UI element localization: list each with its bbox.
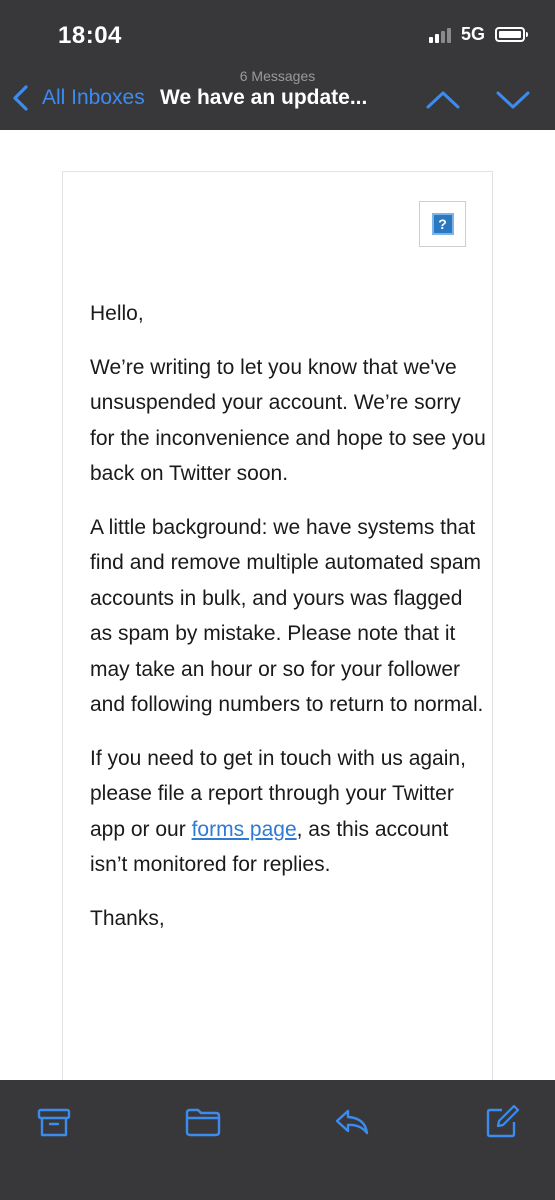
network-type: 5G	[460, 24, 485, 44]
broken-image-placeholder: ?	[419, 201, 466, 247]
next-message-chevron-down-icon[interactable]	[495, 90, 531, 110]
move-to-folder-button[interactable]	[183, 1102, 223, 1142]
forms-page-link[interactable]: forms page	[192, 818, 297, 841]
message-body: ? Hello, We’re writing to let you know t…	[62, 171, 493, 1091]
thread-subject: We have an update...	[160, 86, 368, 109]
status-indicators: 5G	[428, 24, 528, 45]
battery-icon	[495, 27, 528, 42]
paragraph-contact: If you need to get in touch with us agai…	[90, 741, 490, 883]
archive-button[interactable]	[34, 1102, 74, 1142]
status-time: 18:04	[58, 22, 122, 49]
question-mark-icon: ?	[431, 213, 454, 235]
chevron-left-icon[interactable]	[10, 84, 32, 112]
greeting: Hello,	[90, 302, 144, 325]
message-count: 6 Messages	[239, 68, 316, 84]
archive-icon	[37, 1108, 71, 1137]
reply-button[interactable]	[332, 1102, 372, 1142]
compose-button[interactable]	[482, 1102, 522, 1142]
signal-icon	[428, 27, 453, 43]
previous-message-chevron-up-icon[interactable]	[425, 90, 461, 110]
compose-icon	[486, 1104, 520, 1138]
paragraph-background: A little background: we have systems tha…	[90, 515, 484, 717]
bottom-toolbar	[0, 1080, 555, 1200]
folder-icon	[185, 1108, 221, 1137]
paragraph-unsuspended: We’re writing to let you know that we've…	[90, 355, 486, 486]
message-text: Hello, We’re writing to let you know tha…	[90, 296, 490, 954]
reply-icon	[335, 1109, 369, 1135]
navigation-header: 18:04 5G 6 Messages All Inboxes We have …	[0, 0, 555, 130]
signoff: Thanks,	[90, 906, 165, 930]
back-button-all-inboxes[interactable]: All Inboxes	[42, 86, 145, 110]
